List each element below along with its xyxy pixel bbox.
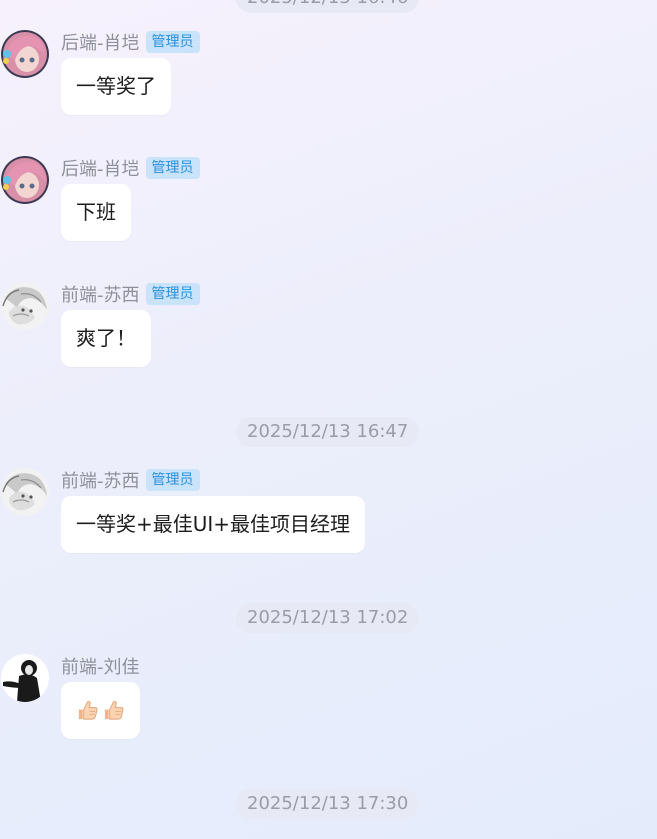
message-header: 后端-肖垲 管理员: [61, 156, 200, 180]
message-header: 后端-肖垲 管理员: [61, 30, 200, 54]
pink-hair-avatar[interactable]: [1, 30, 49, 78]
admin-badge: 管理员: [145, 469, 200, 491]
message-bubble[interactable]: 一等奖+最佳UI+最佳项目经理: [61, 496, 366, 553]
message-bubble[interactable]: 下班: [61, 184, 131, 241]
sender-name[interactable]: 前端-刘佳: [61, 653, 140, 679]
admin-badge: 管理员: [145, 157, 200, 179]
chat-message-list[interactable]: 2025/12/13 16:46 后端-肖垲 管理员 一等奖了: [0, 0, 657, 839]
timestamp-divider: 2025/12/13 16:47: [236, 417, 420, 447]
admin-badge: 管理员: [145, 31, 200, 53]
timestamp-divider: 2025/12/13 17:02: [236, 603, 420, 633]
sender-name[interactable]: 后端-肖垲: [61, 155, 140, 181]
sketch-avatar[interactable]: [1, 282, 49, 330]
message-header: 前端-刘佳: [61, 654, 140, 678]
thumbs-up-icon: [104, 701, 124, 720]
message-bubble[interactable]: 爽了！: [61, 310, 151, 367]
sender-name[interactable]: 前端-苏西: [61, 467, 140, 493]
timestamp-divider: 2025/12/13 16:46: [236, 0, 420, 13]
message-header: 前端-苏西 管理员: [61, 468, 200, 492]
sender-name[interactable]: 前端-苏西: [61, 281, 140, 307]
sender-name[interactable]: 后端-肖垲: [61, 29, 140, 55]
admin-badge: 管理员: [145, 283, 200, 305]
bw-figure-avatar[interactable]: [1, 654, 49, 702]
thumbs-up-icon: [78, 701, 98, 720]
timestamp-divider: 2025/12/13 17:30: [236, 789, 420, 819]
sketch-avatar[interactable]: [1, 468, 49, 516]
message-bubble[interactable]: 一等奖了: [61, 58, 171, 115]
pink-hair-avatar[interactable]: [1, 156, 49, 204]
message-header: 前端-苏西 管理员: [61, 282, 200, 306]
message-bubble[interactable]: [61, 682, 140, 739]
